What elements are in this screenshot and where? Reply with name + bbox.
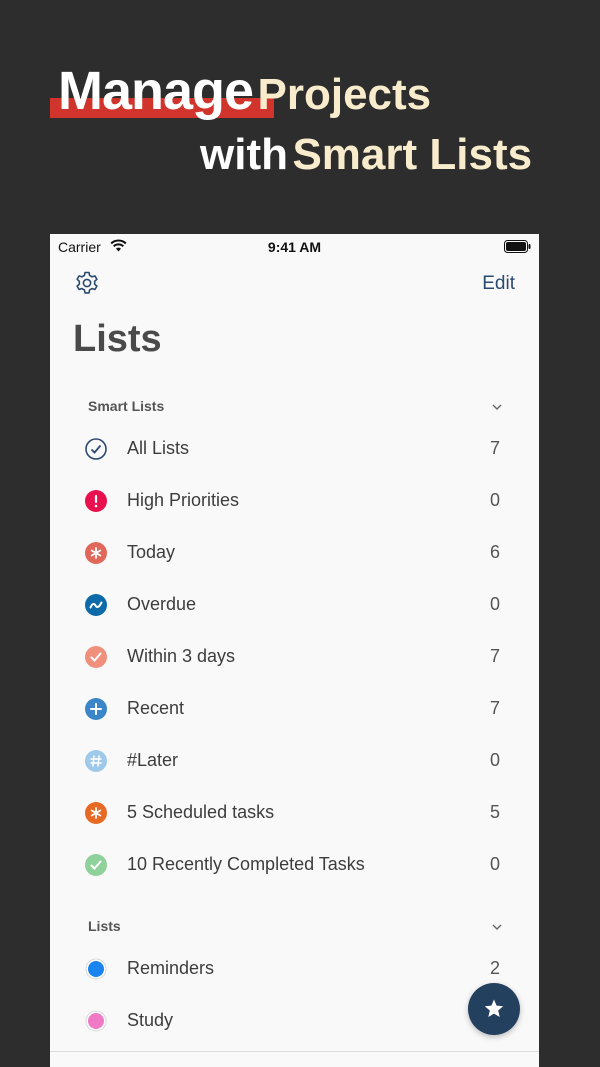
headline-word-smart-lists: Smart Lists [292,130,533,179]
plus-icon [85,698,107,720]
phone-screen: Carrier 9:41 AM Edit Lists Smart Lists A… [50,234,539,1067]
list-item-count: 7 [489,646,500,666]
smart-list-item-today[interactable]: Today 6 [50,527,539,579]
status-bar: Carrier 9:41 AM [50,234,539,260]
lists-header-label: Lists [88,918,121,934]
list-item-reminders[interactable]: Reminders 2 [50,943,539,995]
smart-lists-header-label: Smart Lists [88,398,165,414]
list-item-count: 6 [489,542,500,562]
chevron-down-icon[interactable] [491,921,503,933]
headline-word-projects: Projects [257,70,432,119]
list-item-count: 0 [489,854,500,874]
list-item-count: 0 [489,490,500,510]
bottom-divider [50,1051,539,1052]
list-item-label: Reminders [127,958,215,978]
list-item-label: 5 Scheduled tasks [127,802,275,822]
list-item-label: All Lists [127,438,190,458]
list-item-count: 7 [489,438,500,458]
wave-icon [85,594,107,616]
promo-headline: Manage Projects with Smart Lists [0,0,600,230]
headline-word-manage: Manage [58,61,254,121]
list-item-label: Overdue [127,594,197,614]
smart-list-item-overdue[interactable]: Overdue 0 [50,579,539,631]
smart-list-item-all-lists[interactable]: All Lists 7 [50,423,539,475]
headline-line-1: Manage Projects [58,60,431,122]
nav-bar: Edit [50,268,539,300]
check-circle-icon [85,438,107,460]
list-item-count: 0 [489,594,500,614]
smart-lists-header[interactable]: Smart Lists [88,398,503,418]
list-item-label: High Priorities [127,490,240,510]
list-item-count: 0 [489,750,500,770]
gear-icon[interactable] [74,270,100,296]
list-item-study[interactable]: Study [50,995,539,1047]
list-item-label: Within 3 days [127,646,236,666]
status-time: 9:41 AM [267,239,322,255]
asterisk-icon [85,542,107,564]
list-item-label: Study [127,1010,174,1030]
favorite-fab-button[interactable] [468,983,520,1035]
smart-list-item-recently-completed[interactable]: 10 Recently Completed Tasks 0 [50,839,539,891]
list-item-label: 10 Recently Completed Tasks [127,854,365,874]
dot-circle-icon [85,958,107,980]
smart-list-item-scheduled-tasks[interactable]: 5 Scheduled tasks 5 [50,787,539,839]
edit-button[interactable]: Edit [482,273,515,295]
list-item-label: Today [127,542,176,562]
check-icon [85,854,107,876]
page-title: Lists [73,318,162,360]
asterisk-icon [85,802,107,824]
battery-icon [504,240,531,253]
smart-list-item-later[interactable]: #Later 0 [50,735,539,787]
smart-list-item-recent[interactable]: Recent 7 [50,683,539,735]
lists-header[interactable]: Lists [88,918,503,938]
smart-list-item-within-3-days[interactable]: Within 3 days 7 [50,631,539,683]
headline-line-2: with Smart Lists [200,130,532,180]
chevron-down-icon[interactable] [491,401,503,413]
list-item-count: 2 [489,958,500,978]
dot-circle-icon [85,1010,107,1032]
star-icon [484,999,504,1017]
hash-icon [85,750,107,772]
list-item-label: Recent [127,698,185,718]
list-item-count: 5 [489,802,500,822]
list-item-label: #Later [127,750,179,770]
check-icon [85,646,107,668]
exclamation-icon [85,490,107,512]
headline-word-with: with [200,130,288,179]
smart-list-item-high-priorities[interactable]: High Priorities 0 [50,475,539,527]
list-item-count: 7 [489,698,500,718]
